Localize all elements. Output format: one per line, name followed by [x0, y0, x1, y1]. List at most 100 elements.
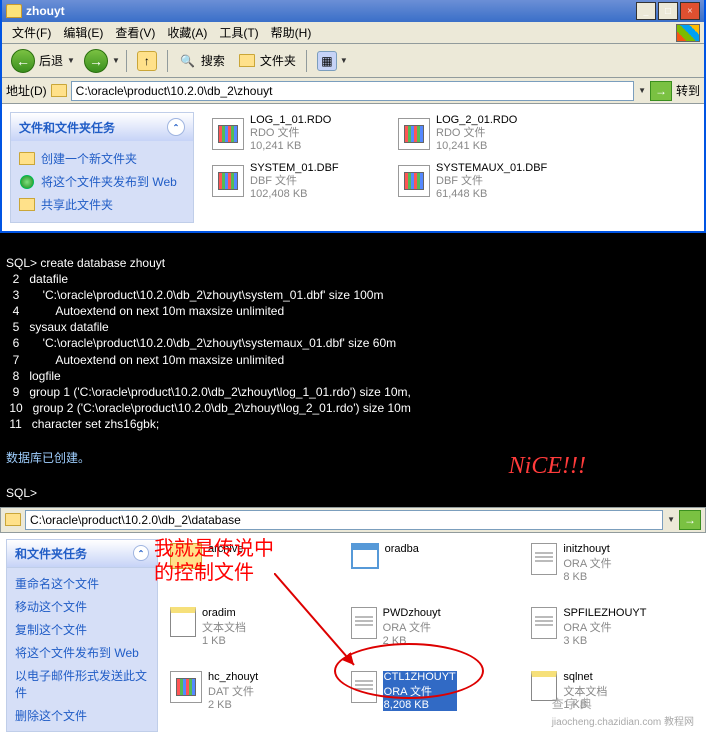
file-icon	[351, 543, 379, 569]
menu-bar: 文件(F) 编辑(E) 查看(V) 收藏(A) 工具(T) 帮助(H)	[2, 22, 704, 44]
terminal-line: 4 Autoextend on next 10m maxsize unlimit…	[6, 303, 700, 319]
terminal-line: 7 Autoextend on next 10m maxsize unlimit…	[6, 352, 700, 368]
file-list: LOG_1_01.RDO RDO 文件 10,241 KB LOG_2_01.R…	[202, 104, 704, 231]
go-label: 转到	[676, 82, 700, 99]
terminal-line: 11 character set zhs16gbk;	[6, 416, 700, 432]
file-item[interactable]: SYSTEM_01.DBF DBF 文件 102,408 KB	[210, 160, 380, 204]
file-icon	[212, 118, 244, 150]
search-button[interactable]: 🔍搜索	[174, 49, 229, 73]
menu-tools[interactable]: 工具(T)	[213, 22, 264, 43]
file-type: DBF 文件	[436, 175, 547, 188]
explorer-window-bottom: ▼ → 和文件夹任务 ⌃ 重命名这个文件移动这个文件复制这个文件将这个文件发布到…	[0, 507, 706, 738]
task-link[interactable]: 重命名这个文件	[15, 572, 149, 595]
views-button[interactable]: ▦▼	[313, 49, 352, 73]
go-button[interactable]: →	[679, 510, 701, 530]
file-item[interactable]: CTL1ZHOUYT ORA 文件 8,208 KB	[349, 669, 522, 729]
file-type: 文本文档	[202, 619, 246, 635]
folders-button[interactable]: 文件夹	[233, 49, 300, 73]
menu-favorites[interactable]: 收藏(A)	[161, 22, 213, 43]
sql-terminal: SQL> create database zhouyt 2 datafile 3…	[0, 233, 706, 507]
menu-help[interactable]: 帮助(H)	[265, 22, 318, 43]
file-name: LOG_2_01.RDO	[436, 114, 517, 127]
folder-icon	[6, 4, 22, 18]
task-link[interactable]: 删除这个文件	[15, 704, 149, 727]
address-input[interactable]	[71, 81, 634, 101]
menu-edit[interactable]: 编辑(E)	[57, 22, 109, 43]
file-name: oradba	[385, 543, 419, 555]
file-type: ORA 文件	[383, 619, 441, 635]
task-publish-web[interactable]: 将这个文件夹发布到 Web	[19, 170, 185, 193]
maximize-button[interactable]: □	[658, 2, 678, 20]
file-size: 3 KB	[563, 635, 646, 647]
file-icon	[398, 165, 430, 197]
toolbar: ← 后退 ▼ → ▼ ↑ 🔍搜索 文件夹 ▦▼	[2, 44, 704, 78]
terminal-line: 2 datafile	[6, 271, 700, 287]
task-link[interactable]: 移动这个文件	[15, 595, 149, 618]
file-size: 1 KB	[202, 635, 246, 647]
sql-prompt[interactable]: SQL>	[6, 486, 37, 500]
folders-label: 文件夹	[260, 52, 296, 69]
file-item[interactable]: oradim 文本文档 1 KB	[168, 605, 341, 665]
task-panel-lower: 和文件夹任务 ⌃ 重命名这个文件移动这个文件复制这个文件将这个文件发布到 Web…	[0, 533, 164, 738]
result-message: 数据库已创建。	[6, 451, 90, 465]
file-item[interactable]: hc_zhouyt DAT 文件 2 KB	[168, 669, 341, 729]
annotation-text: 我就是传说中 的控制文件	[154, 537, 274, 585]
file-size: 102,408 KB	[250, 188, 339, 201]
file-size: 8,208 KB	[383, 699, 457, 711]
chevron-down-icon: ▼	[67, 56, 75, 65]
file-item[interactable]: initzhouyt ORA 文件 8 KB	[529, 541, 702, 601]
terminal-line: 8 logfile	[6, 368, 700, 384]
file-item[interactable]: LOG_1_01.RDO RDO 文件 10,241 KB	[210, 112, 380, 156]
task-panel-header-lower[interactable]: 和文件夹任务 ⌃	[6, 539, 158, 568]
file-icon	[170, 607, 196, 637]
chevron-down-icon: ▼	[112, 56, 120, 65]
task-link[interactable]: 复制这个文件	[15, 618, 149, 641]
titlebar: zhouyt _ □ ×	[2, 0, 704, 22]
go-button[interactable]: →	[650, 81, 672, 101]
file-item[interactable]: SPFILEZHOUYT ORA 文件 3 KB	[529, 605, 702, 665]
task-link[interactable]: 将这个文件发布到 Web	[15, 641, 149, 664]
task-link[interactable]: 以电子邮件形式发送此文件	[15, 664, 149, 704]
minimize-button[interactable]: _	[636, 2, 656, 20]
back-button[interactable]: ← 后退 ▼	[6, 46, 80, 76]
back-arrow-icon: ←	[11, 49, 35, 73]
menu-view[interactable]: 查看(V)	[109, 22, 161, 43]
task-new-folder[interactable]: 创建一个新文件夹	[19, 147, 185, 170]
window-title: zhouyt	[26, 4, 634, 18]
forward-button[interactable]: →	[84, 49, 108, 73]
chevron-up-icon: ⌃	[167, 118, 185, 136]
terminal-line: SQL> create database zhouyt	[6, 255, 700, 271]
file-item[interactable]: PWDzhouyt ORA 文件 2 KB	[349, 605, 522, 665]
file-icon	[398, 118, 430, 150]
up-button[interactable]: ↑	[133, 49, 161, 73]
close-button[interactable]: ×	[680, 2, 700, 20]
file-name: SYSTEM_01.DBF	[250, 162, 339, 175]
file-item[interactable]: LOG_2_01.RDO RDO 文件 10,241 KB	[396, 112, 566, 156]
folder-icon	[5, 513, 21, 526]
address-dropdown[interactable]: ▼	[638, 86, 646, 95]
task-panel: 文件和文件夹任务 ⌃ 创建一个新文件夹 将这个文件夹发布到 Web 共享此文件夹	[2, 104, 202, 231]
task-panel-header[interactable]: 文件和文件夹任务 ⌃	[11, 113, 193, 141]
terminal-line: 5 sysaux datafile	[6, 319, 700, 335]
address-input-lower[interactable]	[25, 510, 663, 530]
terminal-line: 9 group 1 ('C:\oracle\product\10.2.0\db_…	[6, 384, 700, 400]
task-share-folder[interactable]: 共享此文件夹	[19, 193, 185, 216]
explorer-window-top: zhouyt _ □ × 文件(F) 编辑(E) 查看(V) 收藏(A) 工具(…	[0, 0, 706, 233]
address-bar-lower: ▼ →	[0, 507, 706, 533]
file-name: SYSTEMAUX_01.DBF	[436, 162, 547, 175]
file-type: ORA 文件	[563, 619, 646, 635]
file-icon	[351, 671, 377, 703]
file-size: 61,448 KB	[436, 188, 547, 201]
back-label: 后退	[39, 52, 63, 69]
terminal-line: 10 group 2 ('C:\oracle\product\10.2.0\db…	[6, 400, 700, 416]
file-item[interactable]: SYSTEMAUX_01.DBF DBF 文件 61,448 KB	[396, 160, 566, 204]
address-dropdown[interactable]: ▼	[667, 515, 675, 524]
menu-file[interactable]: 文件(F)	[6, 22, 57, 43]
file-item[interactable]: oradba	[349, 541, 522, 601]
file-size: 2 KB	[383, 635, 441, 647]
task-panel-title: 文件和文件夹任务	[19, 119, 115, 136]
terminal-line: 3 'C:\oracle\product\10.2.0\db_2\zhouyt\…	[6, 287, 700, 303]
file-type: DAT 文件	[208, 683, 258, 699]
file-icon	[170, 671, 202, 703]
file-type: RDO 文件	[436, 127, 517, 140]
